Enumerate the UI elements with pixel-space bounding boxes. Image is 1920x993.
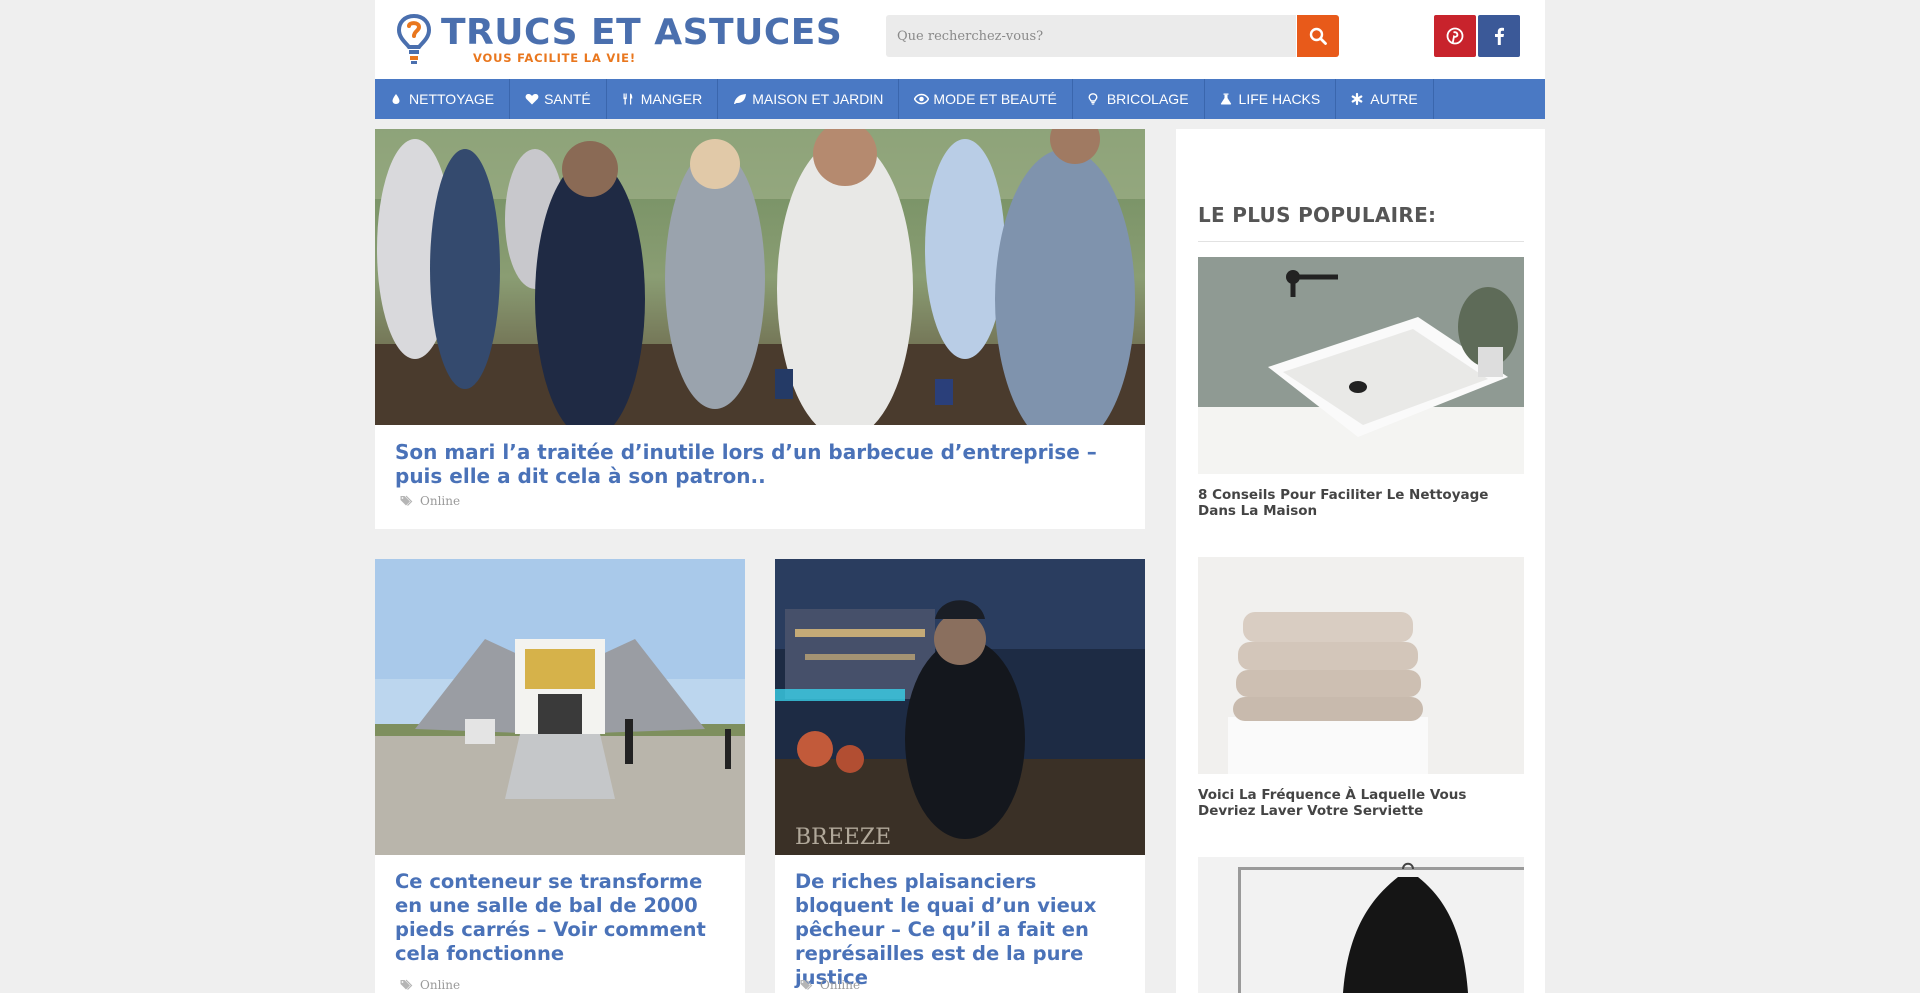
search-button[interactable] [1297,15,1339,57]
sidebar-popular: LE PLUS POPULAIRE: 8 Conseils Pour Facil… [1176,129,1545,993]
leaf-icon [733,93,747,105]
nav-label: Bricolage [1106,91,1189,107]
nav-item-mode-et-beaute[interactable]: Mode et Beauté [899,79,1073,119]
nav-label: Life Hacks [1238,91,1321,107]
logo-title: TRUCS ET ASTUCES [441,12,843,53]
popular-item-title[interactable]: Voici La Fréquence À Laquelle Vous Devri… [1198,787,1524,819]
nav-item-manger[interactable]: Manger [607,79,719,119]
popular-item-title[interactable]: 8 Conseils Pour Faciliter Le Nettoyage D… [1198,487,1524,519]
flask-icon [1220,93,1232,105]
facebook-button[interactable] [1478,15,1520,57]
tags-icon [800,979,813,990]
search-box [886,15,1297,57]
pinterest-icon [1446,27,1464,45]
popular-item-image[interactable] [1198,557,1524,774]
facebook-icon [1495,27,1504,45]
article-title[interactable]: Ce conteneur se transforme en une salle … [395,870,730,966]
article-title[interactable]: De riches plaisanciers bloquent le quai … [795,870,1130,990]
article-tag[interactable]: Online [400,494,460,508]
nav-item-sante[interactable]: Santé [510,79,607,119]
nav-label: Nettoyage [409,91,495,107]
search-input[interactable] [886,15,1297,57]
nav-label: Autre [1370,91,1418,107]
article-tag[interactable]: Online [800,978,860,992]
lightbulb-pin-icon [397,14,431,64]
heart-icon [525,93,539,105]
cutlery-icon [622,93,634,105]
lightbulb-icon [1088,93,1100,105]
nav-item-maison-et-jardin[interactable]: Maison et Jardin [718,79,900,119]
divider [1198,241,1524,242]
pinterest-button[interactable] [1434,15,1476,57]
nav-item-nettoyage[interactable]: Nettoyage [375,79,511,119]
svg-text:BREEZE: BREEZE [795,825,891,850]
popular-item-image[interactable] [1198,257,1524,474]
tag-label: Online [420,978,461,992]
page-container: TRUCS ET ASTUCES VOUS FACILITE LA VIE! Q… [375,0,1545,993]
eye-icon [914,93,930,105]
site-logo[interactable]: TRUCS ET ASTUCES VOUS FACILITE LA VIE! [397,14,842,65]
tag-label: Online [420,494,461,508]
logo-subtitle: VOUS FACILITE LA VIE! [473,51,636,65]
article-image[interactable] [375,129,1145,425]
nav-item-autre[interactable]: Autre [1336,79,1434,119]
featured-article-card[interactable]: Son mari l’a traitée d’inutile lors d’un… [375,129,1145,529]
article-card[interactable]: Ce conteneur se transforme en une salle … [375,559,745,993]
asterisk-icon [1351,93,1363,105]
article-tag[interactable]: Online [400,978,460,992]
tag-label: Online [820,978,861,992]
article-title[interactable]: Son mari l’a traitée d’inutile lors d’un… [395,440,1125,488]
main-nav: Nettoyage Santé Manger Maison et Jardin … [375,79,1545,119]
sidebar-heading: LE PLUS POPULAIRE: [1198,203,1437,227]
nav-label: Mode et Beauté [933,91,1057,107]
article-card[interactable]: BREEZE De riches plaisanciers bloquent l… [775,559,1145,993]
article-image[interactable] [375,559,745,855]
nav-item-bricolage[interactable]: Bricolage [1073,79,1205,119]
nav-label: Santé [544,91,591,107]
article-image[interactable]: BREEZE [775,559,1145,855]
search-icon [1309,27,1327,45]
tags-icon [400,979,413,990]
tags-icon [400,495,413,506]
nav-label: Manger [640,91,703,107]
popular-item-image[interactable] [1198,857,1524,993]
site-header: TRUCS ET ASTUCES VOUS FACILITE LA VIE! [375,0,1545,79]
nav-label: Maison et Jardin [752,91,884,107]
nav-item-life-hacks[interactable]: Life Hacks [1205,79,1337,119]
drop-icon [390,93,402,105]
